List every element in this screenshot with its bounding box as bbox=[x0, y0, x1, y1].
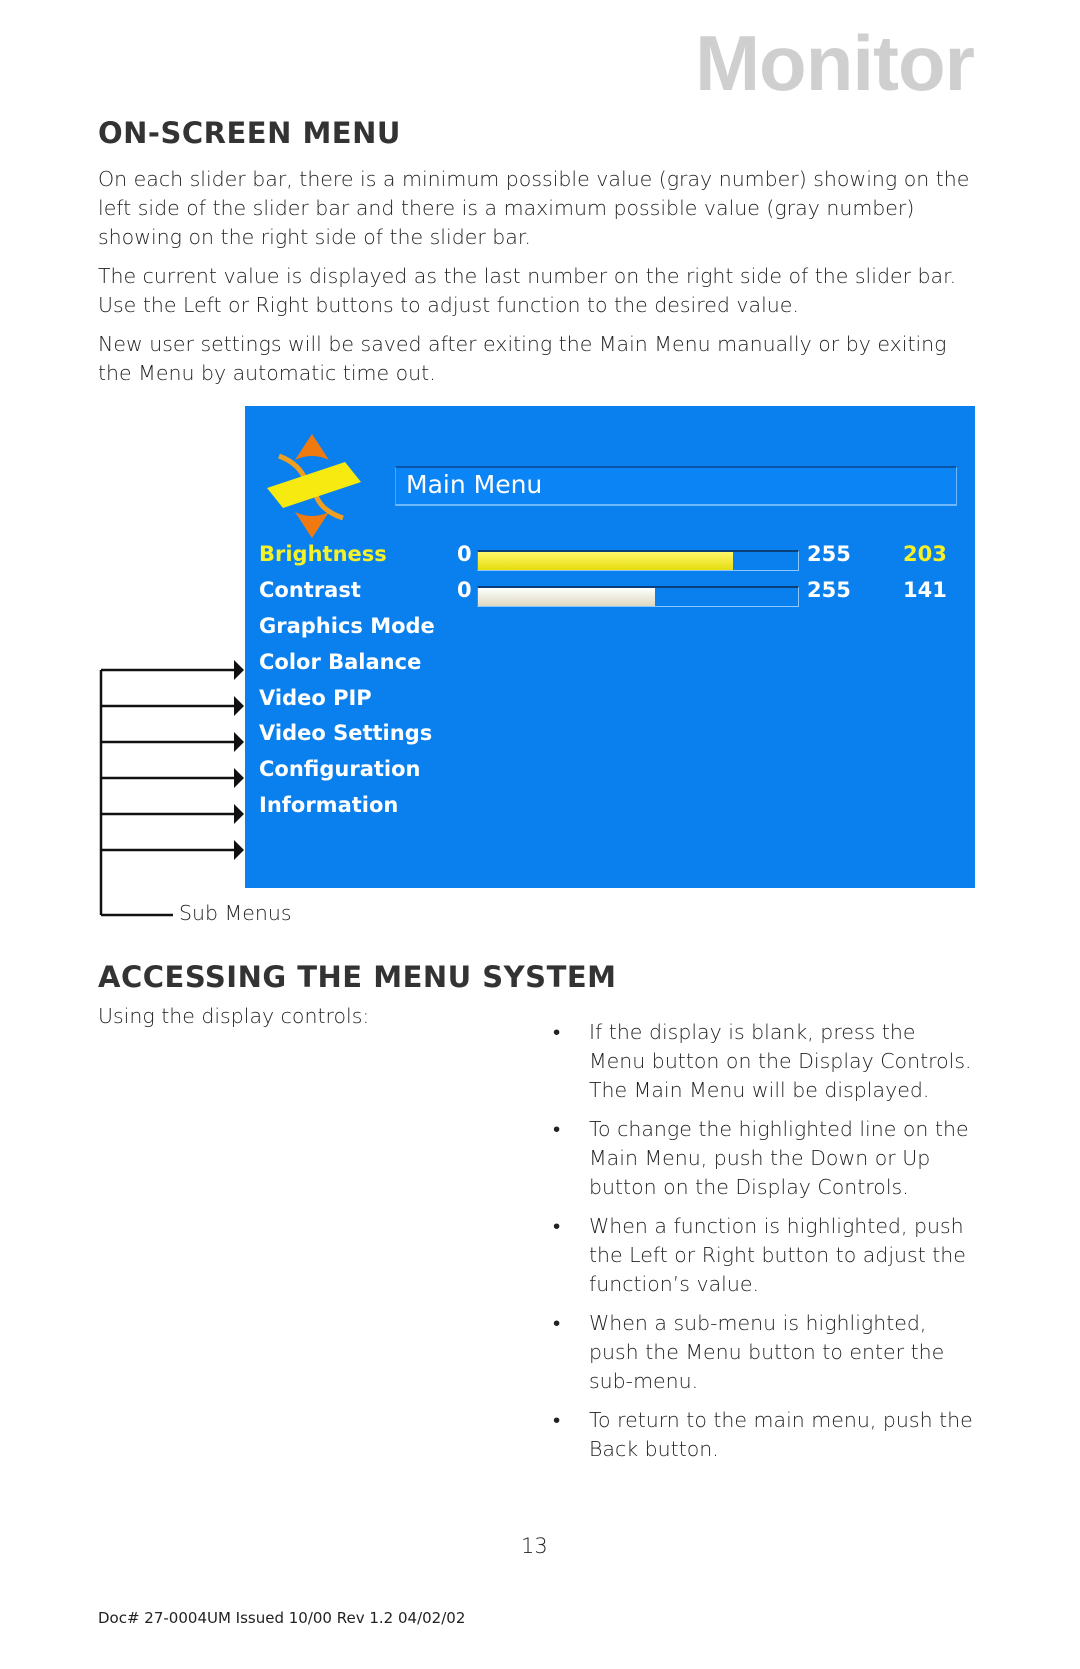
slider-max: 255 bbox=[807, 578, 851, 602]
contrast-slider[interactable] bbox=[477, 586, 799, 607]
list-item: • When a sub-menu is highlighted, push th… bbox=[553, 1309, 973, 1396]
arrow-icon bbox=[101, 840, 244, 860]
brand-title: Monitor bbox=[695, 19, 975, 107]
section-title-on-screen-menu: ON-SCREEN MENU bbox=[98, 116, 401, 150]
list-item-text: To change the highlighted line on the Ma… bbox=[589, 1117, 969, 1199]
arrow-icon bbox=[101, 660, 244, 680]
submenu-arrows-diagram bbox=[99, 660, 244, 917]
menu-logo-icon bbox=[267, 434, 361, 538]
main-menu-title-bar: Main Menu bbox=[395, 466, 957, 506]
bullet-icon: • bbox=[553, 1214, 561, 1238]
arrow-icon bbox=[101, 732, 244, 752]
arrow-icon bbox=[101, 804, 244, 824]
bullet-icon: • bbox=[553, 1117, 561, 1141]
intro-text: Using the display controls: bbox=[98, 1004, 370, 1028]
menu-item-label: Information bbox=[259, 793, 399, 817]
list-item: • When a function is highlighted, push th… bbox=[553, 1212, 973, 1299]
slider-fill bbox=[478, 588, 655, 606]
list-item-text: When a sub-menu is highlighted, push the… bbox=[589, 1311, 945, 1393]
arrow-icon bbox=[101, 768, 244, 788]
section-title-accessing-menu: ACCESSING THE MENU SYSTEM bbox=[98, 960, 617, 994]
list-item-text: To return to the main menu, push the Bac… bbox=[589, 1408, 973, 1461]
main-menu-screenshot: Main Menu Brightness 0 255 203 Contrast … bbox=[245, 406, 975, 888]
menu-item-label: Configuration bbox=[259, 757, 421, 781]
slider-min: 0 bbox=[457, 578, 472, 602]
slider-min: 0 bbox=[457, 542, 472, 566]
instruction-list: • If the display is blank, press the Menu… bbox=[553, 1018, 973, 1474]
slider-label: Brightness bbox=[259, 542, 387, 566]
paragraph-slider-range: On each slider bar, there is a minimum p… bbox=[98, 167, 970, 249]
slider-label: Contrast bbox=[259, 578, 361, 602]
menu-item-label: Video Settings bbox=[259, 721, 433, 745]
page-number: 13 bbox=[521, 1534, 548, 1558]
paragraph-save-settings: New user settings will be saved after ex… bbox=[98, 332, 947, 385]
list-item: • To change the highlighted line on the M… bbox=[553, 1115, 973, 1202]
list-item: • If the display is blank, press the Menu… bbox=[553, 1018, 973, 1105]
bullet-icon: • bbox=[553, 1311, 561, 1335]
slider-value: 203 bbox=[903, 542, 947, 566]
brightness-slider[interactable] bbox=[477, 550, 799, 571]
list-item: • To return to the main menu, push the Ba… bbox=[553, 1406, 973, 1464]
menu-item-label: Video PIP bbox=[259, 686, 372, 710]
bullet-icon: • bbox=[553, 1020, 561, 1044]
slider-fill bbox=[478, 552, 733, 570]
slider-max: 255 bbox=[807, 542, 851, 566]
list-item-text: If the display is blank, press the Menu … bbox=[589, 1020, 972, 1102]
slider-value: 141 bbox=[903, 578, 947, 602]
menu-item-label: Graphics Mode bbox=[259, 614, 435, 638]
menu-item-label: Color Balance bbox=[259, 650, 422, 674]
sub-menus-annotation: Sub Menus bbox=[179, 901, 292, 925]
arrow-icon bbox=[101, 696, 244, 716]
bullet-icon: • bbox=[553, 1408, 561, 1432]
main-menu-title: Main Menu bbox=[406, 470, 543, 499]
document-info: Doc# 27-0004UM Issued 10/00 Rev 1.2 04/0… bbox=[98, 1609, 466, 1627]
list-item-text: When a function is highlighted, push the… bbox=[589, 1214, 966, 1296]
paragraph-current-value: The current value is displayed as the la… bbox=[98, 264, 957, 317]
